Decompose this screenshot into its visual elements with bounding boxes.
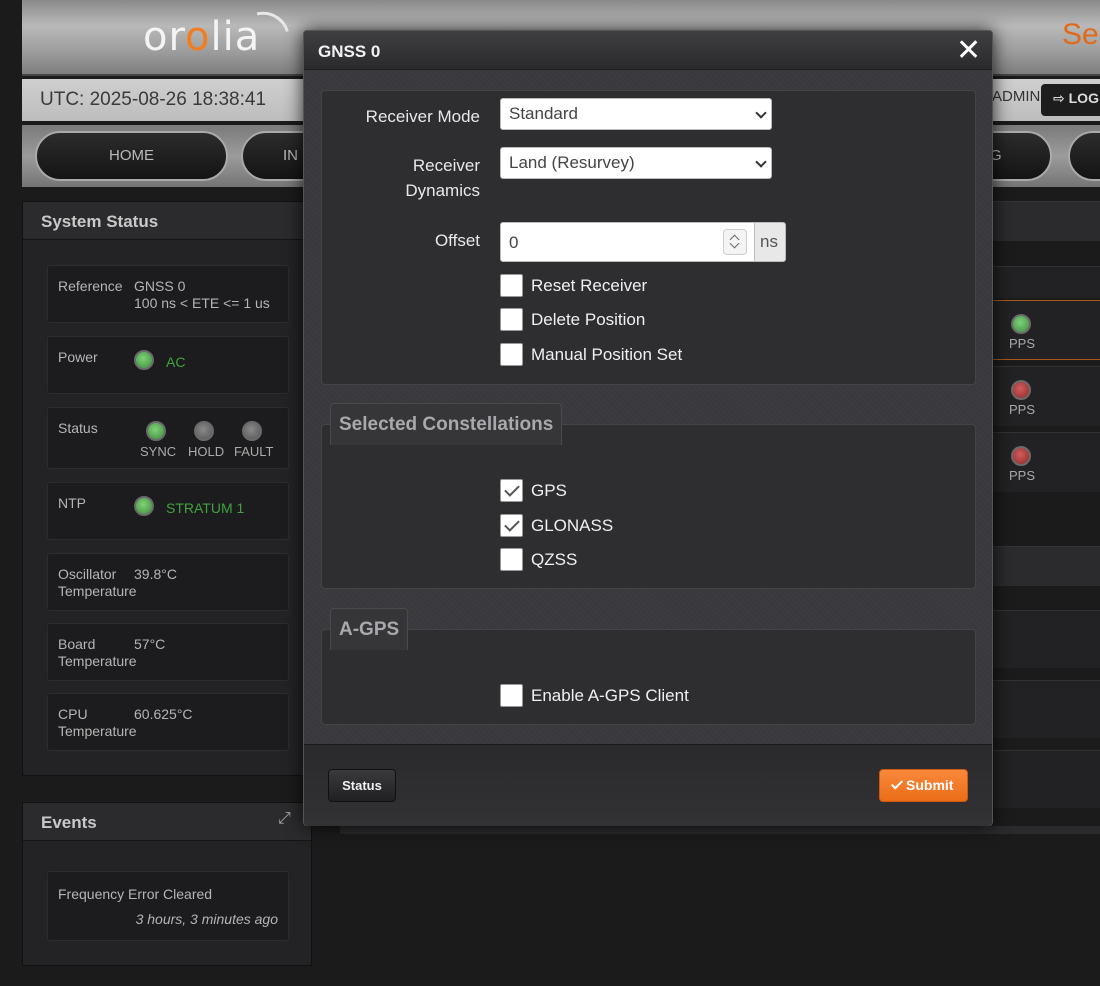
- receiver-dynamics-select[interactable]: Land (Resurvey): [500, 147, 772, 179]
- check-icon: [890, 777, 904, 790]
- ntp-led-icon: [134, 496, 154, 516]
- receiver-settings-section: Receiver Mode Standard Receiver Dynamics …: [321, 90, 976, 385]
- manual-position-set-checkbox[interactable]: [500, 343, 523, 366]
- cpu-temp-card: CPU Temperature 60.625°C: [47, 693, 289, 751]
- pps-led-icon: [1011, 314, 1031, 334]
- events-title: Events: [23, 803, 311, 841]
- offset-spinner[interactable]: [723, 229, 747, 255]
- right-panel-row: PPS: [993, 300, 1100, 360]
- glonass-checkbox[interactable]: [500, 514, 523, 537]
- event-item: Frequency Error Cleared 3 hours, 3 minut…: [47, 871, 289, 941]
- receiver-mode-select[interactable]: Standard: [500, 98, 772, 130]
- oscillator-temp-card: Oscillator Temperature 39.8°C: [47, 553, 289, 611]
- offset-label: Offset: [434, 231, 480, 250]
- constellations-section: GPS GLONASS QZSS: [321, 424, 976, 589]
- submit-button[interactable]: Submit: [879, 769, 968, 802]
- power-card: Power AC: [47, 336, 289, 394]
- gps-checkbox[interactable]: [500, 479, 523, 502]
- sync-led-icon: [146, 421, 166, 441]
- right-panel-row: [993, 750, 1100, 808]
- offset-input[interactable]: 0: [500, 222, 755, 262]
- right-panel-row: PPS: [993, 366, 1100, 426]
- close-icon[interactable]: ✕: [956, 33, 981, 68]
- utc-clock: UTC: 2025-08-26 18:38:41: [40, 89, 267, 110]
- user-name: ADMIN: [992, 88, 1041, 105]
- ntp-card: NTP STRATUM 1: [47, 482, 289, 540]
- right-panel-head: [993, 201, 1100, 241]
- receiver-mode-label: Receiver Mode: [365, 107, 480, 126]
- logout-button[interactable]: ⇨ LOG: [1041, 84, 1100, 116]
- chevron-down-icon: [755, 107, 767, 119]
- system-status-title: System Status: [23, 202, 311, 240]
- pps-led-icon: [1011, 446, 1031, 466]
- header-title-fragment: Se: [1062, 18, 1099, 51]
- fault-led-icon: [242, 421, 262, 441]
- pps-led-icon: [1011, 380, 1031, 400]
- board-temp-card: Board Temperature 57°C: [47, 623, 289, 681]
- right-panel-row: [993, 266, 1100, 298]
- panel-bottom-edge: [340, 826, 1100, 834]
- expand-icon[interactable]: ⤢: [278, 810, 294, 827]
- status-card: Status SYNC HOLD FAULT: [47, 407, 289, 469]
- right-panel-row: [993, 680, 1100, 738]
- chevron-down-icon: [755, 156, 767, 168]
- reset-receiver-checkbox[interactable]: [500, 274, 523, 297]
- modal-title: GNSS 0: [318, 42, 381, 61]
- right-panel-row: PPS: [993, 432, 1100, 492]
- events-panel: Events Frequency Error Cleared 3 hours, …: [22, 802, 312, 966]
- hold-led-icon: [194, 421, 214, 441]
- nav-home-button[interactable]: HOME: [35, 131, 228, 181]
- modal-header: GNSS 0 ✕: [304, 31, 992, 70]
- offset-unit: ns: [754, 222, 786, 262]
- agps-section: Enable A-GPS Client: [321, 629, 976, 725]
- enable-agps-checkbox[interactable]: [500, 684, 523, 707]
- right-panel-row: [993, 610, 1100, 668]
- gnss-settings-modal: GNSS 0 ✕ Receiver Mode Standard Receiver…: [303, 30, 993, 826]
- reference-card: Reference GNSS 0 100 ns < ETE <= 1 us: [47, 265, 289, 323]
- right-panel-head: [993, 546, 1100, 586]
- qzss-checkbox[interactable]: [500, 548, 523, 571]
- power-led-icon: [134, 350, 154, 370]
- agps-tab: A-GPS: [330, 608, 409, 650]
- status-button[interactable]: Status: [328, 769, 396, 802]
- receiver-dynamics-label: Receiver Dynamics: [405, 156, 480, 200]
- modal-footer: Status Submit: [304, 744, 992, 826]
- constellations-tab: Selected Constellations: [330, 403, 563, 445]
- delete-position-checkbox[interactable]: [500, 308, 523, 331]
- system-status-panel: System Status Reference GNSS 0 100 ns < E…: [22, 201, 312, 776]
